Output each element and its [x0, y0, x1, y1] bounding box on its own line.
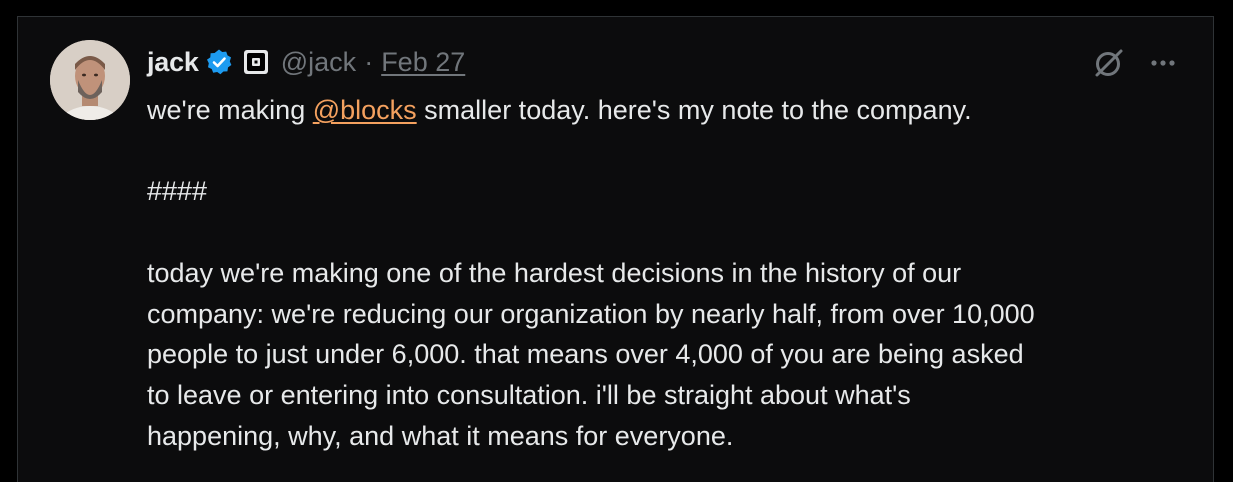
- tweet-intro-line: we're making @blocks smaller today. here…: [147, 90, 1187, 131]
- paragraph-line: people to just under 6,000. that means o…: [147, 339, 1024, 370]
- paragraph-line: happening, why, and what it means for ev…: [147, 420, 734, 451]
- mention-link[interactable]: @blocks: [313, 95, 417, 125]
- avatar-photo: [50, 40, 130, 120]
- tweet-intro-suffix: smaller today. here's my note to the com…: [416, 95, 972, 125]
- page-background: jack @jack · Feb 27 we're making @blocks…: [0, 0, 1233, 482]
- tweet-header: jack @jack · Feb 27: [147, 42, 465, 82]
- paragraph-line: to leave or entering into consultation. …: [147, 380, 911, 411]
- tweet-divider: ####: [147, 176, 208, 206]
- avatar[interactable]: [50, 40, 130, 120]
- tweet-date-link[interactable]: Feb 27: [381, 47, 465, 78]
- tweet-paragraph: today we're making one of the hardest de…: [147, 253, 1187, 456]
- more-options-icon[interactable]: [1146, 51, 1180, 75]
- top-divider: [0, 0, 1233, 16]
- block-affiliate-badge-icon[interactable]: [243, 49, 269, 75]
- header-separator: ·: [364, 46, 374, 77]
- tweet-intro-prefix: we're making: [147, 95, 313, 125]
- author-name[interactable]: jack: [147, 47, 199, 78]
- paragraph-line: today we're making one of the hardest de…: [147, 258, 962, 288]
- tweet-text: we're making @blocks smaller today. here…: [147, 90, 1187, 456]
- author-handle[interactable]: @jack: [281, 47, 356, 78]
- verified-badge-icon[interactable]: [205, 48, 233, 76]
- paragraph-line: company: we're reducing our organization…: [147, 298, 1035, 329]
- grok-icon[interactable]: [1092, 46, 1126, 80]
